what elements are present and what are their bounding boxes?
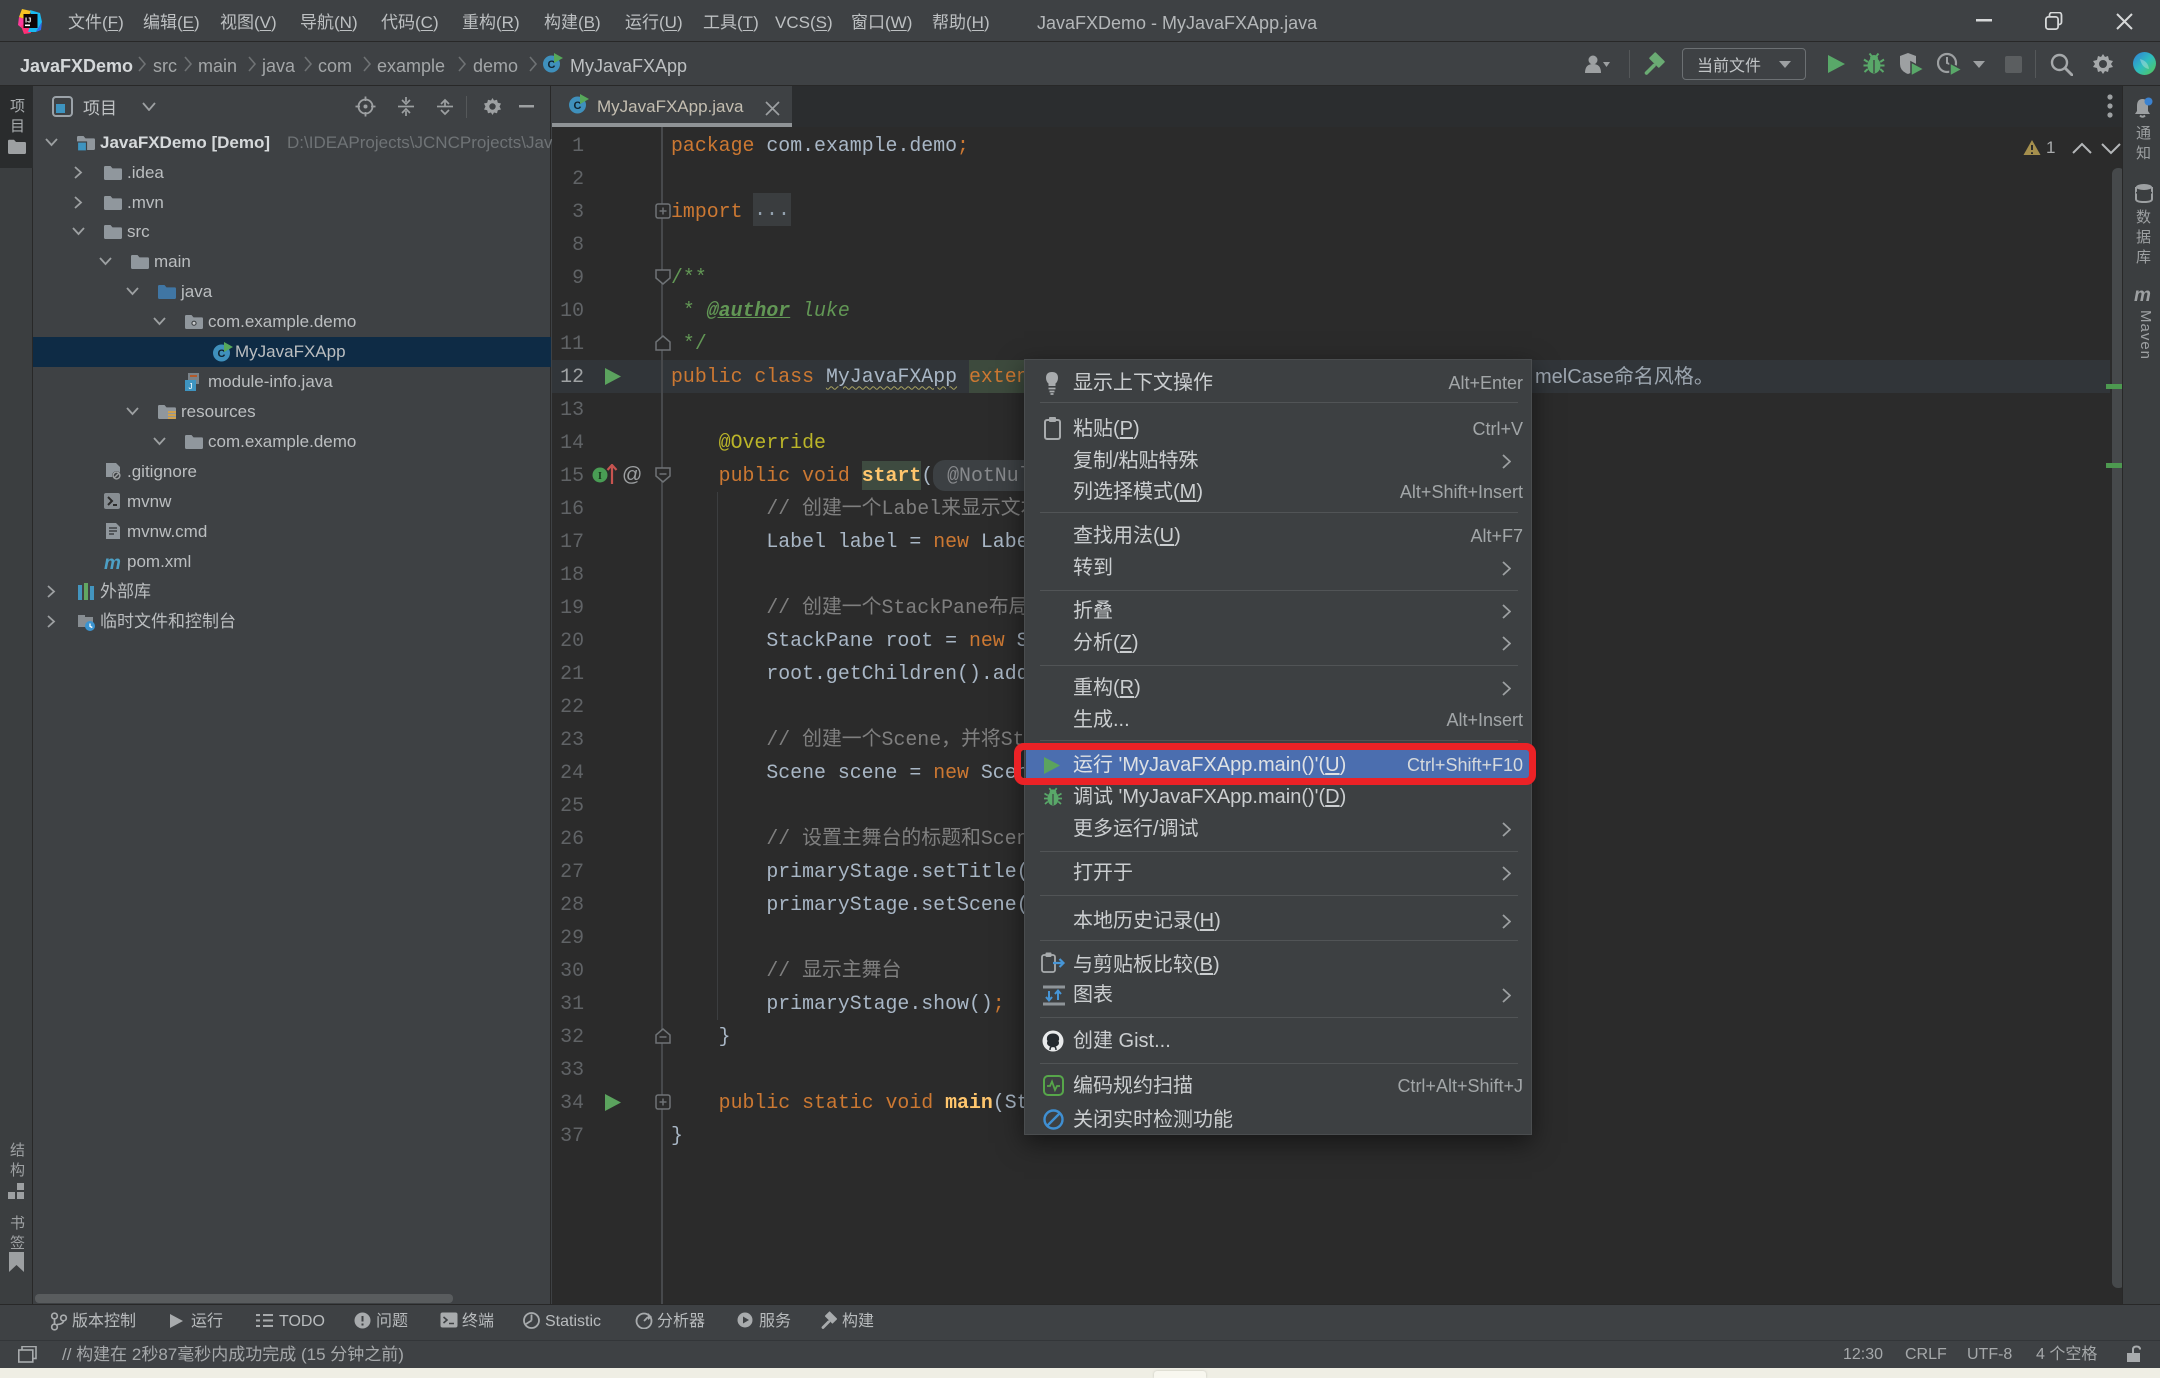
svg-text:IJ: IJ [25,16,31,25]
svg-text:J: J [189,382,193,391]
svg-text:I: I [598,471,602,482]
